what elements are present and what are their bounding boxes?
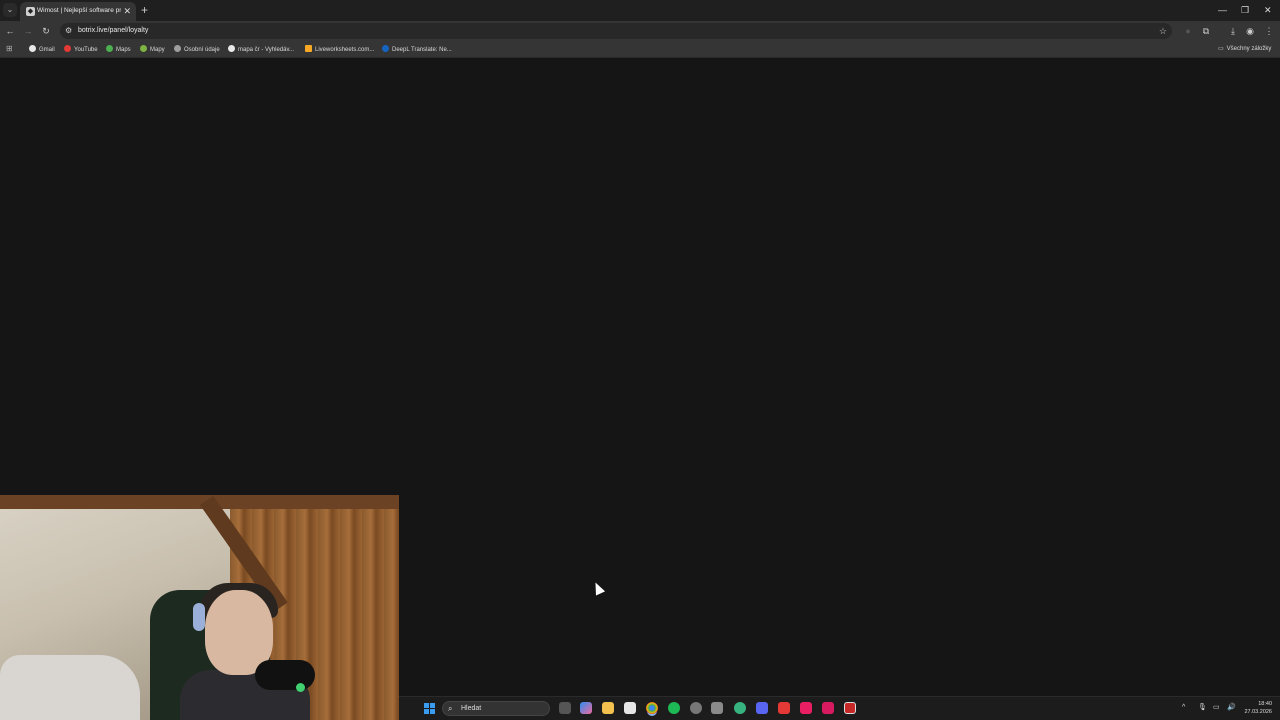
url-text[interactable]: botrix.live/panel/loyalty [78, 26, 148, 36]
bookmark-liveworksheets[interactable]: Liveworksheets.com... [305, 45, 374, 55]
file-explorer-icon[interactable] [602, 702, 614, 714]
youtube-icon [64, 45, 71, 52]
all-bookmarks-folder[interactable]: ▭ Všechny záložky [1218, 45, 1271, 54]
bookmark-osobni-udaje[interactable]: Osobní údaje [174, 45, 220, 55]
obs-icon[interactable] [690, 702, 702, 714]
app-icon[interactable] [822, 702, 834, 714]
taskbar-clock[interactable]: 18:40 27.03.2026 [1244, 700, 1272, 716]
maps-pin-icon [106, 45, 113, 52]
bookmark-gmail[interactable]: Gmail [29, 45, 55, 55]
recording-icon[interactable] [778, 702, 790, 714]
bookmark-label: Maps [116, 47, 131, 53]
gmail-icon [29, 45, 36, 52]
microphone-icon[interactable]: 🎙 [1198, 702, 1207, 714]
taskbar-search-label: Hledat [461, 705, 482, 712]
webcam-microphone [255, 660, 315, 690]
bookmark-star-icon[interactable]: ☆ [1159, 25, 1167, 37]
clock-time: 18:40 [1258, 701, 1272, 707]
menu-kebab-icon[interactable]: ⋮ [1263, 24, 1275, 38]
browser-titlebar: ⌄ ◆ Wimost | Nejlepší software pro ✕ + —… [0, 0, 1280, 21]
profile-avatar-icon[interactable]: ◉ [1244, 24, 1256, 38]
browser-toolbar: ← → ↻ ⚙ botrix.live/panel/loyalty ☆ ● ⧉ … [0, 21, 1280, 41]
back-icon[interactable]: ← [4, 24, 16, 38]
webcam-overlay [0, 495, 399, 720]
bookmark-label: Mapy [150, 47, 165, 53]
search-icon: ⌕ [448, 704, 453, 713]
site-info-icon[interactable]: ⚙ [65, 25, 72, 37]
active-app-icon[interactable] [844, 702, 856, 714]
apps-grid-icon[interactable]: ⊞ [6, 44, 13, 54]
bookmark-label: YouTube [74, 47, 98, 53]
reload-icon[interactable]: ↻ [40, 24, 52, 38]
bookmark-label: mapa čr - Vyhledáv... [238, 47, 295, 53]
tiktok-icon[interactable] [800, 702, 812, 714]
address-bar[interactable]: ⚙ botrix.live/panel/loyalty ☆ [60, 23, 1172, 39]
webcam-mic-led [296, 683, 305, 692]
liveworksheets-icon [305, 45, 312, 52]
spotify-icon[interactable] [668, 702, 680, 714]
chrome-profile-icon[interactable] [734, 702, 746, 714]
download-icon[interactable]: ⤓ [1227, 24, 1239, 38]
task-view-icon[interactable] [559, 702, 571, 714]
webcam-headphones [193, 603, 205, 631]
discord-icon[interactable] [756, 702, 768, 714]
windows-start-icon[interactable] [424, 703, 435, 714]
tab-close-icon[interactable]: ✕ [123, 5, 131, 17]
webcam-beam [0, 495, 399, 509]
network-icon[interactable]: ▭ [1213, 702, 1220, 714]
volume-icon[interactable]: 🔊 [1227, 702, 1236, 714]
tray-chevron-icon[interactable]: ^ [1182, 702, 1185, 714]
microsoft-store-icon[interactable] [624, 702, 636, 714]
mapy-pin-icon [140, 45, 147, 52]
tab-favicon-icon: ◆ [26, 7, 35, 16]
tab-search-icon[interactable]: ⌄ [3, 3, 17, 17]
app-window-icon[interactable] [711, 702, 723, 714]
browser-tab-active[interactable]: ◆ Wimost | Nejlepší software pro ✕ [20, 2, 136, 21]
bookmark-label: DeepL Translate: Ne... [392, 47, 452, 53]
taskbar-search[interactable]: ⌕ Hledat [442, 701, 550, 716]
webcam-bed [0, 655, 140, 720]
extensions-puzzle-icon[interactable]: ⧉ [1200, 24, 1212, 38]
bookmark-youtube[interactable]: YouTube [64, 45, 98, 55]
bookmark-mapa-cr[interactable]: mapa čr - Vyhledáv... [228, 45, 294, 55]
extension-icon[interactable]: ● [1182, 24, 1194, 38]
forward-icon[interactable]: → [22, 24, 34, 38]
clock-date: 27.03.2026 [1244, 709, 1272, 715]
bookmark-label: Gmail [39, 47, 55, 53]
bookmark-maps[interactable]: Maps [106, 45, 131, 55]
tab-title: Wimost | Nejlepší software pro [37, 7, 121, 14]
all-bookmarks-label: Všechny záložky [1226, 46, 1272, 52]
bookmark-label: Osobní údaje [184, 47, 220, 53]
chrome-icon[interactable] [646, 702, 658, 714]
restore-icon[interactable]: ❐ [1241, 3, 1249, 17]
bookmark-deepl[interactable]: DeepL Translate: Ne... [382, 45, 452, 55]
bookmark-label: Liveworksheets.com... [315, 47, 375, 53]
google-icon [228, 45, 235, 52]
new-tab-icon[interactable]: + [141, 3, 148, 17]
windows-taskbar: ⌕ Hledat ^ 🎙 ▭ 🔊 18:40 27.03.2026 [399, 696, 1280, 720]
bookmarks-bar: ⊞ Gmail YouTube Maps Mapy Osobní údaje m… [0, 41, 1280, 58]
copilot-icon[interactable] [580, 702, 592, 714]
close-window-icon[interactable]: ✕ [1264, 3, 1272, 17]
minimize-icon[interactable]: — [1218, 3, 1227, 17]
document-icon [174, 45, 181, 52]
bookmark-mapy[interactable]: Mapy [140, 45, 165, 55]
deepl-icon [382, 45, 389, 52]
folder-icon: ▭ [1218, 46, 1224, 52]
